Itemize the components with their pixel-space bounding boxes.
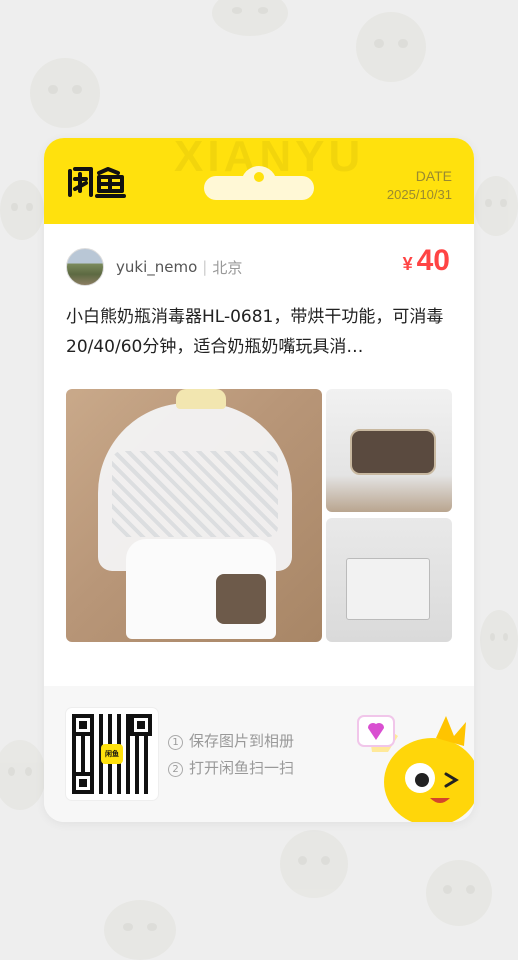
step-number: 2: [168, 762, 183, 777]
step-text: 保存图片到相册: [189, 732, 295, 750]
avatar[interactable]: [66, 248, 104, 286]
background-mascot-icon: [474, 176, 518, 236]
background-mascot-icon: [104, 900, 176, 960]
background-mascot-icon: [0, 180, 44, 240]
background-mascot-icon: [356, 12, 426, 82]
date-value: 2025/10/31: [386, 187, 452, 202]
background-mascot-icon: [0, 740, 46, 810]
card-header: XIANYU 闲鱼 DATE 2025/10/31: [44, 138, 474, 224]
instruction-step: 1 保存图片到相册: [168, 728, 294, 755]
control-panel-closeup-shape: [350, 429, 436, 475]
seller-city: 北京: [212, 258, 243, 277]
qr-code: 闲鱼: [66, 708, 158, 800]
qr-code-pattern: 闲鱼: [72, 714, 152, 794]
item-photo-label[interactable]: [326, 518, 452, 642]
qr-finder-icon: [72, 714, 94, 736]
scan-instructions: 1 保存图片到相册 2 打开闲鱼扫一扫: [168, 728, 294, 782]
background-mascot-icon: [280, 830, 348, 898]
step-number: 1: [168, 735, 183, 750]
seller-info[interactable]: yuki_nemo | 北京: [66, 248, 242, 286]
background-mascot-icon: [212, 0, 288, 36]
seller-separator: |: [202, 258, 208, 276]
item-photo-main[interactable]: [66, 389, 322, 642]
item-photo-control-panel[interactable]: [326, 389, 452, 512]
product-label-sticker-shape: [346, 558, 430, 620]
background-mascot-icon: [30, 58, 100, 128]
qr-finder-icon: [72, 772, 94, 794]
card-footer: 闲鱼 1 保存图片到相册 2 打开闲鱼扫一扫: [44, 686, 474, 822]
step-text: 打开闲鱼扫一扫: [189, 759, 295, 777]
xianyu-logo-icon: [68, 167, 126, 198]
item-description: 小白熊奶瓶消毒器HL-0681，带烘干功能，可消毒20/40/60分钟，适合奶瓶…: [66, 307, 444, 357]
xianyu-logo: 闲鱼: [66, 164, 126, 200]
background-mascot-icon: [426, 860, 492, 926]
price-value: 40: [416, 244, 450, 277]
background-mascot-icon: [480, 610, 518, 670]
sterilizer-basket-shape: [112, 451, 278, 537]
instruction-step: 2 打开闲鱼扫一扫: [168, 755, 294, 782]
price-currency-symbol: ¥: [402, 254, 413, 274]
date-label: DATE: [415, 168, 452, 184]
sterilizer-control-panel-shape: [216, 574, 266, 624]
price: ¥ 40: [403, 244, 450, 278]
fish-mascot-icon: [357, 715, 474, 822]
seller-name[interactable]: yuki_nemo: [116, 258, 197, 276]
qr-finder-icon: [130, 714, 152, 736]
qr-center-badge: 闲鱼: [101, 744, 123, 764]
listing-share-card: XIANYU 闲鱼 DATE 2025/10/31: [44, 138, 474, 822]
sterilizer-knob-shape: [176, 389, 226, 409]
header-notch-decoration: [204, 166, 314, 200]
